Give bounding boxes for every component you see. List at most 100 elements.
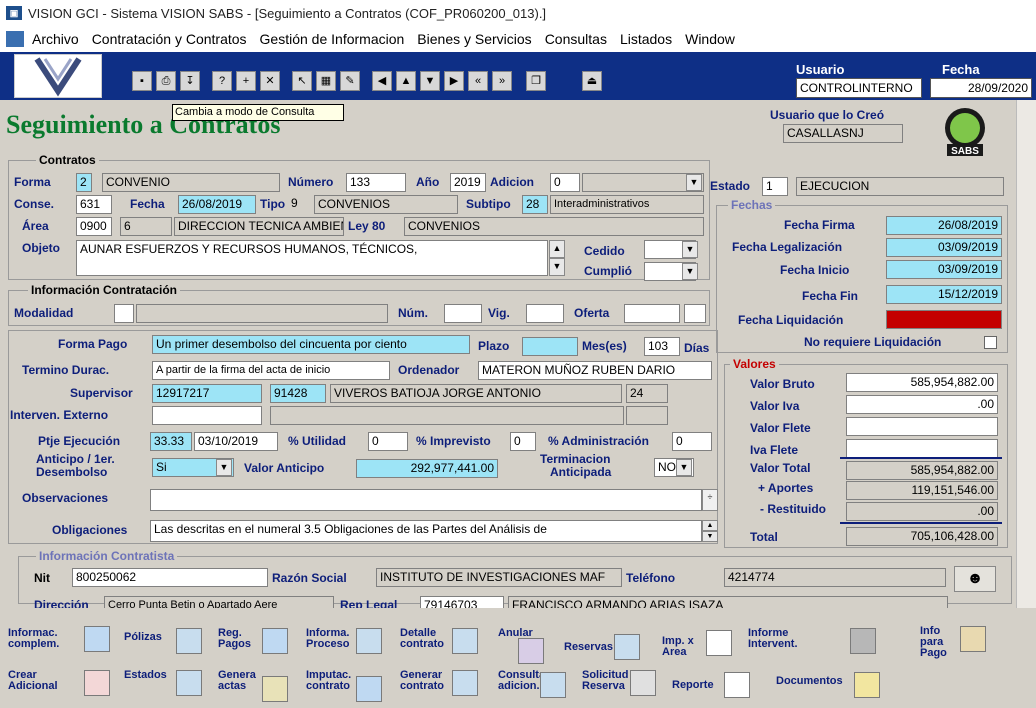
oferta-field[interactable] bbox=[624, 304, 680, 323]
adicion-field[interactable]: 0 bbox=[550, 173, 580, 192]
menu-archivo[interactable]: Archivo bbox=[32, 31, 79, 47]
area-code-field[interactable]: 0900 bbox=[76, 217, 112, 236]
numero-field[interactable]: 133 bbox=[346, 173, 406, 192]
request-icon[interactable] bbox=[630, 670, 656, 696]
plazo-field[interactable] bbox=[522, 337, 578, 356]
vig-field[interactable] bbox=[526, 304, 564, 323]
estado-code-field[interactable]: 1 bbox=[762, 177, 788, 196]
administracion-field[interactable]: 0 bbox=[672, 432, 712, 451]
estados-button[interactable]: Estados bbox=[124, 670, 167, 681]
nit-field[interactable]: 800250062 bbox=[72, 568, 268, 587]
mdi-child-icon[interactable] bbox=[6, 31, 24, 47]
next-icon[interactable]: ▶ bbox=[444, 71, 464, 91]
fecha-inicio-field[interactable]: 03/09/2019 bbox=[886, 260, 1002, 279]
forma-code-field[interactable]: 2 bbox=[76, 173, 92, 192]
clear-icon[interactable]: ↖ bbox=[292, 71, 312, 91]
menu-bienes[interactable]: Bienes y Servicios bbox=[417, 31, 531, 47]
fecha-firma-field[interactable]: 26/08/2019 bbox=[886, 216, 1002, 235]
interventor-id-field[interactable] bbox=[152, 406, 262, 425]
edit-record-icon[interactable]: ▦ bbox=[316, 71, 336, 91]
ptje-fecha-field[interactable]: 03/10/2019 bbox=[194, 432, 278, 451]
print-area-icon[interactable] bbox=[706, 630, 732, 656]
valor-anticipo-field[interactable]: 292,977,441.00 bbox=[356, 459, 498, 478]
report-doc-icon[interactable] bbox=[724, 672, 750, 698]
objeto-textarea[interactable]: AUNAR ESFUERZOS Y RECURSOS HUMANOS, TÉCN… bbox=[76, 240, 548, 276]
genera-actas-button[interactable]: Genera actas bbox=[218, 670, 256, 692]
exit-icon[interactable]: ⏏ bbox=[582, 71, 602, 91]
informac-complem-button[interactable]: Informac. complem. bbox=[8, 628, 59, 650]
delete-record-icon[interactable]: ✕ bbox=[260, 71, 280, 91]
add-icon[interactable] bbox=[84, 670, 110, 696]
subtipo-code-field[interactable]: 28 bbox=[522, 195, 548, 214]
report-icon[interactable] bbox=[850, 628, 876, 654]
detalle-contrato-button[interactable]: Detalle contrato bbox=[400, 628, 444, 650]
info-icon[interactable] bbox=[84, 626, 110, 652]
insert-record-icon[interactable]: + bbox=[236, 71, 256, 91]
query-mode-icon[interactable]: ? bbox=[212, 71, 232, 91]
num-field[interactable] bbox=[444, 304, 482, 323]
chevron-down-icon[interactable]: ▼ bbox=[676, 459, 692, 476]
valor-iva-field[interactable]: .00 bbox=[846, 395, 998, 414]
informa-proceso-button[interactable]: Informa. Proceso bbox=[306, 628, 349, 650]
observaciones-scroll[interactable]: ÷ bbox=[702, 489, 718, 511]
solicitud-reserva-button[interactable]: Solicitud Reserva bbox=[582, 670, 628, 692]
fecha-legalizacion-field[interactable]: 03/09/2019 bbox=[886, 238, 1002, 257]
menu-gestion[interactable]: Gestión de Informacion bbox=[260, 31, 405, 47]
info-pago-button[interactable]: Info para Pago bbox=[920, 626, 947, 659]
fecha-liquidacion-field[interactable] bbox=[886, 310, 1002, 329]
chevron-down-icon[interactable]: ▼ bbox=[682, 263, 698, 280]
prev-icon[interactable]: ◀ bbox=[372, 71, 392, 91]
allocate-icon[interactable] bbox=[356, 676, 382, 702]
imprevisto-field[interactable]: 0 bbox=[510, 432, 536, 451]
status-icon[interactable] bbox=[176, 670, 202, 696]
contact-icon[interactable]: ☻ bbox=[954, 566, 996, 592]
down-icon[interactable]: ▼ bbox=[420, 71, 440, 91]
reporte-button[interactable]: Reporte bbox=[672, 680, 714, 691]
scroll-up-icon[interactable]: ▲ bbox=[702, 520, 718, 531]
supervisor-id-field[interactable]: 12917217 bbox=[152, 384, 262, 403]
iva-flete-field[interactable] bbox=[846, 439, 998, 458]
vertical-scrollbar[interactable] bbox=[1016, 100, 1036, 608]
valor-bruto-field[interactable]: 585,954,882.00 bbox=[846, 373, 998, 392]
termino-field[interactable]: A partir de la firma del acta de inicio bbox=[152, 361, 390, 380]
menu-listados[interactable]: Listados bbox=[620, 31, 672, 47]
reservas-button[interactable]: Reservas bbox=[564, 642, 613, 653]
informe-intervent-button[interactable]: Informe Intervent. bbox=[748, 628, 798, 650]
reg-pagos-button[interactable]: Reg. Pagos bbox=[218, 628, 251, 650]
chevron-down-icon[interactable]: ▼ bbox=[682, 241, 698, 258]
imp-area-button[interactable]: Imp. x Area bbox=[662, 636, 694, 658]
print-icon[interactable]: ⎙ bbox=[156, 71, 176, 91]
conse-field[interactable]: 631 bbox=[76, 195, 112, 214]
no-liquidacion-checkbox[interactable] bbox=[984, 336, 997, 349]
obligaciones-field[interactable]: Las descritas en el numeral 3.5 Obligaci… bbox=[150, 520, 702, 542]
ptje-field[interactable]: 33.33 bbox=[150, 432, 192, 451]
fecha-header-field[interactable]: 28/09/2020 bbox=[930, 78, 1032, 98]
chevron-down-icon[interactable]: ▼ bbox=[216, 459, 232, 476]
policy-icon[interactable] bbox=[176, 628, 202, 654]
meses-field[interactable]: 103 bbox=[644, 337, 680, 356]
folder-icon[interactable] bbox=[854, 672, 880, 698]
consulta-adicion-button[interactable]: Consulta adicion. bbox=[498, 670, 545, 692]
payment-icon[interactable] bbox=[262, 628, 288, 654]
polizas-button[interactable]: Pólizas bbox=[124, 632, 162, 643]
last-icon[interactable]: » bbox=[492, 71, 512, 91]
menu-window[interactable]: Window bbox=[685, 31, 735, 47]
anio-field[interactable]: 2019 bbox=[450, 173, 486, 192]
chevron-down-icon[interactable]: ▼ bbox=[686, 174, 702, 191]
scroll-down-icon[interactable]: ▼ bbox=[549, 258, 565, 276]
first-icon[interactable]: « bbox=[468, 71, 488, 91]
valor-flete-field[interactable] bbox=[846, 417, 998, 436]
download-icon[interactable]: ↧ bbox=[180, 71, 200, 91]
process-icon[interactable] bbox=[356, 628, 382, 654]
supervisor-code-field[interactable]: 91428 bbox=[270, 384, 326, 403]
scroll-down-icon[interactable]: ▼ bbox=[702, 531, 718, 542]
save-icon[interactable]: ▪ bbox=[132, 71, 152, 91]
menu-consultas[interactable]: Consultas bbox=[545, 31, 607, 47]
crear-adicional-button[interactable]: Crear Adicional bbox=[8, 670, 58, 692]
search-icon[interactable] bbox=[540, 672, 566, 698]
modalidad-code-field[interactable] bbox=[114, 304, 134, 323]
ordenador-field[interactable]: MATERON MUÑOZ RUBEN DARIO bbox=[478, 361, 712, 380]
reserve-icon[interactable] bbox=[614, 634, 640, 660]
usuario-field[interactable]: CONTROLINTERNO bbox=[796, 78, 922, 98]
documentos-button[interactable]: Documentos bbox=[776, 676, 843, 687]
